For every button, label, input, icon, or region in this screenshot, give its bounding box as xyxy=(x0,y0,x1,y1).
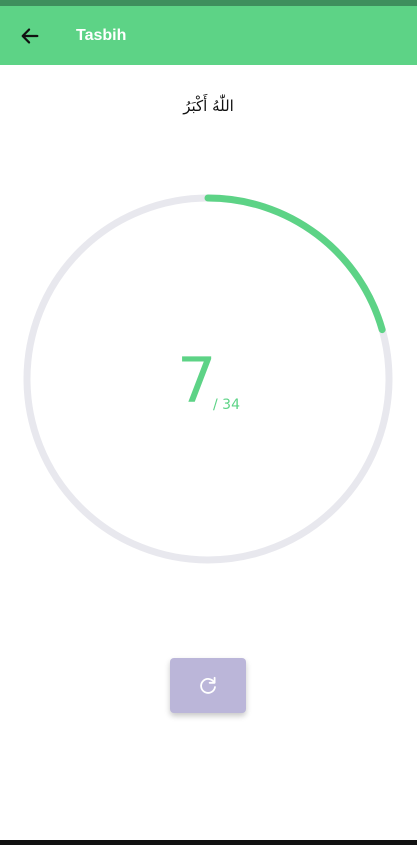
page-title: Tasbih xyxy=(76,27,127,44)
refresh-icon xyxy=(200,676,216,694)
navigation-bar xyxy=(0,840,417,845)
back-button[interactable] xyxy=(12,19,48,53)
app-bar: Tasbih xyxy=(0,6,417,65)
arrow-left-icon xyxy=(21,28,39,44)
dhikr-text: اللّٰهُ أَكْبَرُ xyxy=(183,97,234,115)
count-value: 7 xyxy=(177,344,217,417)
count-target: / 34 xyxy=(213,397,240,413)
progress-arc xyxy=(204,194,386,334)
reset-button[interactable] xyxy=(170,658,246,713)
counter-display[interactable]: 7 / 34 xyxy=(0,346,417,426)
